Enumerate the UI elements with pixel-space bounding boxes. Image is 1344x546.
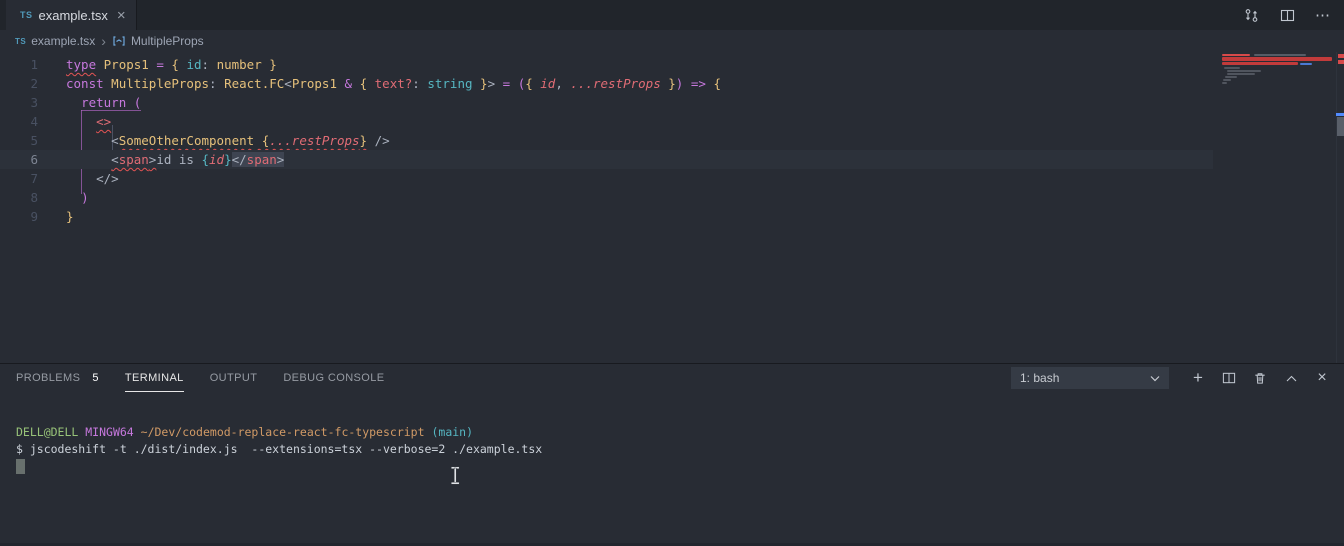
code-line-1[interactable]: 1 type Props1 = { id: number } xyxy=(0,55,1344,74)
terminal-picker-label: 1: bash xyxy=(1020,371,1060,385)
code-text: <span>id is {id}</span> xyxy=(111,152,285,167)
tab-example-tsx[interactable]: TS example.tsx × xyxy=(6,0,137,30)
code-line-3[interactable]: 3 return ( xyxy=(0,93,1344,112)
kill-terminal-trash-icon[interactable] xyxy=(1251,369,1269,387)
split-editor-icon[interactable] xyxy=(1278,6,1296,24)
terminal-output[interactable]: DELL@DELL MINGW64 ~/Dev/codemod-replace-… xyxy=(16,424,542,458)
close-tab-icon[interactable]: × xyxy=(117,8,126,23)
minimap-code-mark xyxy=(1254,54,1306,56)
more-actions-icon[interactable]: ⋯ xyxy=(1314,6,1332,24)
panel-tab-debug-console[interactable]: DEBUG CONSOLE xyxy=(283,364,384,392)
line-number[interactable]: 7 xyxy=(0,169,66,188)
code-text: </> xyxy=(96,171,119,186)
bottom-panel: PROBLEMS 5 TERMINAL OUTPUT DEBUG CONSOLE 1: … xyxy=(0,363,1344,546)
line-number[interactable]: 6 xyxy=(0,150,66,169)
minimap-error-mark xyxy=(1222,62,1298,65)
open-changes-icon[interactable] xyxy=(1242,6,1260,24)
breadcrumb-symbol[interactable]: MultipleProps xyxy=(131,34,204,48)
code-text: const MultipleProps: React.FC<Props1 & {… xyxy=(66,76,721,91)
minimap-error-mark xyxy=(1222,57,1332,61)
line-number[interactable]: 4 xyxy=(0,112,66,131)
code-text: type Props1 = { id: number } xyxy=(66,57,277,72)
breadcrumb-file[interactable]: example.tsx xyxy=(31,34,95,48)
minimap-code-mark xyxy=(1227,73,1255,75)
code-text: } xyxy=(66,209,74,224)
panel-tabs: PROBLEMS 5 TERMINAL OUTPUT DEBUG CONSOLE xyxy=(16,364,411,392)
new-terminal-icon[interactable]: + xyxy=(1189,368,1207,387)
code-text: <SomeOtherComponent {...restProps} /> xyxy=(111,133,390,148)
panel-tab-terminal[interactable]: TERMINAL xyxy=(124,364,184,392)
split-terminal-icon[interactable] xyxy=(1220,369,1238,387)
code-line-6[interactable]: 6 <span>id is {id}</span> xyxy=(0,150,1344,169)
line-number[interactable]: 2 xyxy=(0,74,66,93)
code-text: <> xyxy=(96,114,112,129)
code-text: return ( xyxy=(81,95,142,110)
chevron-down-icon xyxy=(1150,375,1160,381)
minimap-error-mark xyxy=(1222,54,1250,56)
panel-header: PROBLEMS 5 TERMINAL OUTPUT DEBUG CONSOLE 1: … xyxy=(0,364,1344,392)
code-line-5[interactable]: 5 <SomeOtherComponent {...restProps} /> xyxy=(0,131,1344,150)
typescript-file-icon: TS xyxy=(20,10,33,20)
problems-count-badge: 5 xyxy=(92,371,99,384)
close-panel-icon[interactable]: × xyxy=(1313,369,1331,387)
symbol-variable-icon xyxy=(112,34,126,48)
line-number[interactable]: 9 xyxy=(0,207,66,226)
line-number[interactable]: 5 xyxy=(0,131,66,150)
code-text: ) xyxy=(81,190,89,205)
ruler-error-mark xyxy=(1338,54,1344,58)
minimap-code-mark xyxy=(1225,76,1237,78)
terminal-line-1: DELL@DELL MINGW64 ~/Dev/codemod-replace-… xyxy=(16,425,474,439)
code-line-4[interactable]: 4 <> xyxy=(0,112,1344,131)
chevron-right-icon: › xyxy=(101,33,106,49)
code-editor[interactable]: 1 type Props1 = { id: number } 2 const Mult… xyxy=(0,52,1344,363)
breadcrumb: TS example.tsx › MultipleProps xyxy=(0,30,1344,52)
editor-tab-bar: TS example.tsx × ⋯ xyxy=(0,0,1344,30)
editor-actions: ⋯ xyxy=(1242,0,1332,30)
panel-tab-problems[interactable]: PROBLEMS 5 xyxy=(16,364,99,392)
tab-title: example.tsx xyxy=(38,7,108,23)
line-number[interactable]: 8 xyxy=(0,188,66,207)
minimap-code-mark xyxy=(1224,67,1240,69)
maximize-panel-chevron-up-icon[interactable] xyxy=(1282,369,1300,387)
code-line-8[interactable]: 8 ) xyxy=(0,188,1344,207)
overview-ruler[interactable] xyxy=(1336,52,1344,363)
terminal-cursor xyxy=(16,459,25,474)
code-line-7[interactable]: 7 </> xyxy=(0,169,1344,188)
typescript-file-icon: TS xyxy=(15,36,27,46)
scrollbar-thumb[interactable] xyxy=(1337,117,1344,136)
minimap[interactable] xyxy=(1218,52,1336,363)
terminal-line-2: $ jscodeshift -t ./dist/index.js --exten… xyxy=(16,442,543,456)
code-line-9[interactable]: 9} xyxy=(0,207,1344,226)
minimap-code-mark xyxy=(1227,70,1261,72)
vscode-window: TS example.tsx × ⋯ TS example.tsx › Mult… xyxy=(0,0,1344,546)
minimap-info-mark xyxy=(1300,63,1312,65)
terminal-picker[interactable]: 1: bash xyxy=(1011,367,1169,389)
code-lines: 1 type Props1 = { id: number } 2 const Mult… xyxy=(0,52,1344,226)
panel-tab-output[interactable]: OUTPUT xyxy=(210,364,258,392)
panel-actions: 1: bash + × xyxy=(1011,367,1331,389)
code-line-2[interactable]: 2 const MultipleProps: React.FC<Props1 & … xyxy=(0,74,1344,93)
minimap-code-mark xyxy=(1223,79,1231,81)
ruler-error-mark xyxy=(1338,60,1344,64)
ruler-cursor-mark xyxy=(1336,113,1344,116)
line-number[interactable]: 3 xyxy=(0,93,66,112)
line-number[interactable]: 1 xyxy=(0,55,66,74)
minimap-code-mark xyxy=(1222,82,1227,84)
